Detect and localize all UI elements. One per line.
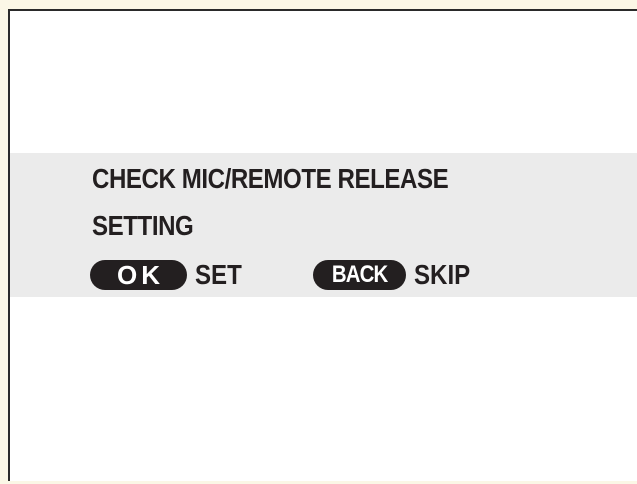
back-skip-action[interactable]: BACK SKIP bbox=[313, 258, 479, 292]
dialog-message-line-1: CHECK MIC/REMOTE RELEASE bbox=[92, 163, 449, 194]
back-button-label: BACK bbox=[331, 261, 388, 288]
skip-label: SKIP bbox=[414, 259, 471, 290]
set-label: SET bbox=[195, 259, 242, 290]
ok-set-action[interactable]: OK SET bbox=[90, 258, 249, 292]
back-button-icon[interactable]: BACK bbox=[313, 260, 406, 290]
dialog-message-line-2: SETTING bbox=[92, 210, 194, 241]
ok-button-icon[interactable]: OK bbox=[90, 260, 187, 290]
camera-screen-page: { "dialog": { "message_line_1": "CHECK M… bbox=[0, 0, 637, 484]
lcd-screen: CHECK MIC/REMOTE RELEASE SETTING OK SET … bbox=[8, 9, 637, 481]
